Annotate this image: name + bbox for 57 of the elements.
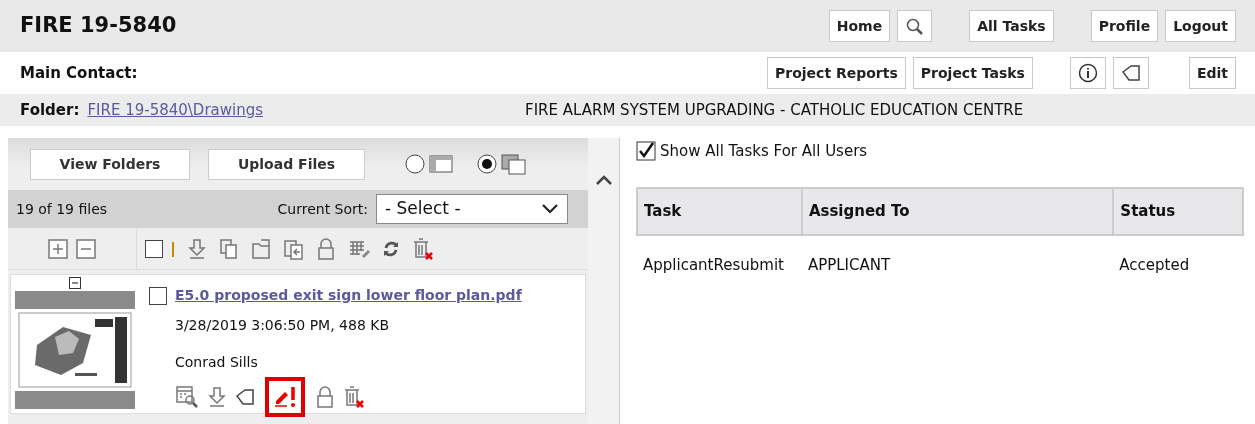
radio-button[interactable]	[477, 154, 497, 174]
show-all-label: Show All Tasks For All Users	[660, 141, 868, 162]
table-cell: APPLICANT	[801, 234, 1114, 294]
nav-button[interactable]: Project Tasks	[912, 57, 1033, 89]
tiles-layout-icon	[501, 153, 527, 175]
file-author: Conrad Sills	[175, 353, 259, 372]
delete-icon[interactable]	[412, 236, 434, 261]
download-icon[interactable]	[187, 237, 207, 260]
folder-move-icon[interactable]	[251, 237, 271, 260]
table-cell: Accepted	[1113, 234, 1243, 294]
upload-button[interactable]: Upload Files	[208, 148, 365, 180]
folder-label: Folder:	[20, 99, 80, 121]
tag-button[interactable]	[1112, 57, 1149, 89]
tag-icon	[1120, 64, 1141, 82]
file-count: 19 of 19 files	[16, 199, 108, 219]
download-icon[interactable]	[207, 386, 227, 408]
contact-label: Main Contact:	[20, 62, 138, 84]
nav-button[interactable]: All Tasks	[969, 10, 1054, 42]
lock-icon[interactable]	[315, 386, 335, 408]
project-title: FIRE ALARM SYSTEM UPGRADING - CATHOLIC EDUCATION CENTRE	[525, 99, 1024, 121]
expand-all-icon[interactable]	[48, 238, 68, 259]
show-all-checkbox[interactable]	[636, 141, 656, 162]
info-icon	[1077, 63, 1098, 83]
page-title: FIRE 19-5840	[20, 12, 177, 40]
nav-button[interactable]: Edit	[1188, 57, 1236, 89]
markup-alert-icon[interactable]	[273, 385, 297, 409]
column-header[interactable]: Assigned To	[801, 187, 1114, 235]
chevron-down-icon	[541, 203, 559, 215]
nav-button[interactable]: Profile	[1090, 10, 1159, 42]
folder-path-link[interactable]: FIRE 19-5840\Drawings	[87, 98, 264, 122]
nav-button[interactable]: Project Reports	[767, 57, 906, 89]
nav-button[interactable]: Home	[828, 10, 891, 42]
column-header[interactable]: Task	[637, 187, 802, 235]
search-icon	[905, 16, 925, 36]
list-layout-icon	[429, 154, 453, 174]
search-button[interactable]	[897, 10, 933, 42]
info-button[interactable]	[1069, 57, 1106, 89]
file-checkbox[interactable]	[149, 286, 167, 305]
collapse-all-icon[interactable]	[76, 238, 96, 259]
copy-icon[interactable]	[219, 237, 239, 260]
merge-icon[interactable]	[283, 237, 304, 260]
sort-label: Current Sort:	[277, 199, 368, 219]
tag-icon[interactable]	[235, 388, 255, 406]
radio-button[interactable]	[405, 154, 425, 174]
collapse-up-icon[interactable]	[594, 174, 613, 186]
view-folders-button[interactable]: View Folders	[30, 148, 190, 180]
file-date-size: 3/28/2019 3:06:50 PM, 488 KB	[175, 316, 391, 335]
delete-icon[interactable]	[343, 385, 365, 409]
table-cell: ApplicantResubmit	[637, 234, 802, 294]
nav-button[interactable]: Logout	[1165, 10, 1236, 42]
column-header[interactable]: Status	[1113, 187, 1243, 235]
collapse-icon[interactable]	[69, 277, 81, 289]
sort-select[interactable]: - Select -	[376, 194, 568, 224]
lock-icon[interactable]	[316, 237, 336, 260]
file-name-link[interactable]: E5.0 proposed exit sign lower floor plan.pdf	[175, 285, 522, 306]
select-all-checkbox[interactable]	[145, 239, 163, 258]
preview-icon[interactable]	[175, 385, 199, 409]
